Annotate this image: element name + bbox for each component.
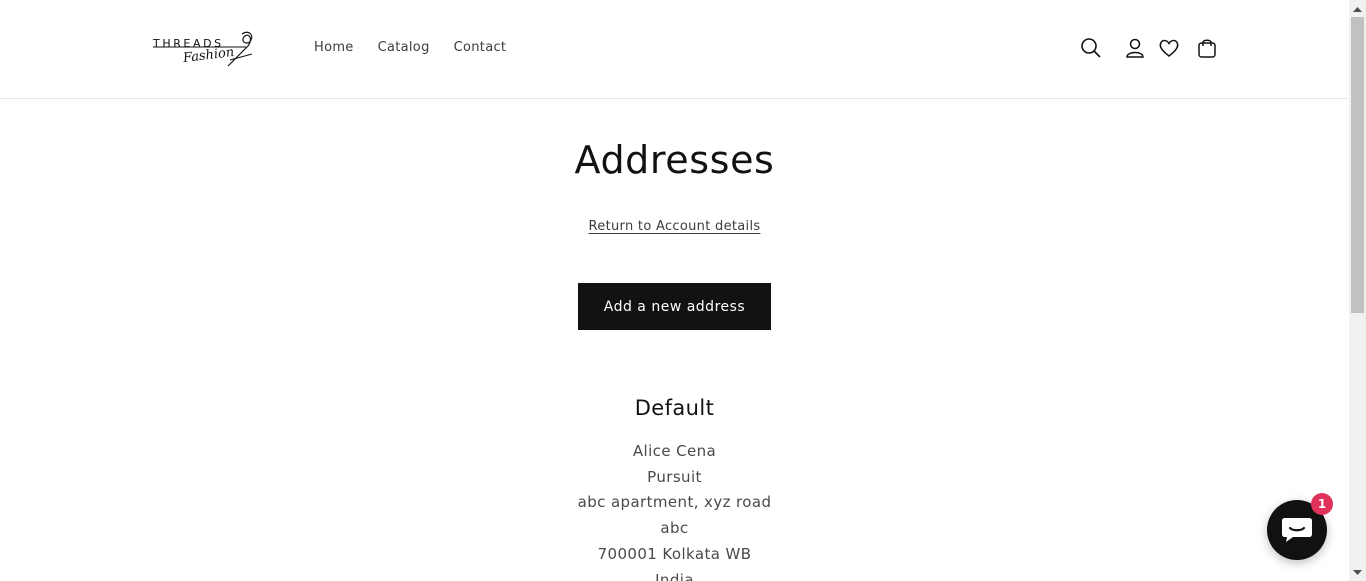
- address-name: Alice Cena: [632, 442, 717, 460]
- main-nav: Home Catalog Contact: [314, 40, 530, 55]
- search-icon: [1081, 38, 1101, 58]
- address-line2: abc: [660, 519, 689, 538]
- cart-icon: [1198, 39, 1216, 58]
- page-title: Addresses: [574, 138, 775, 182]
- address-country: India: [655, 570, 694, 581]
- address-city-zip: 700001 Kolkata WB: [597, 544, 752, 563]
- nav-home[interactable]: Home: [314, 40, 354, 55]
- scrollbar-thumb[interactable]: [1351, 17, 1364, 313]
- cart-button[interactable]: [1194, 35, 1220, 61]
- search-button[interactable]: [1078, 35, 1104, 61]
- chat-bubble-icon: [1282, 518, 1312, 542]
- nav-catalog[interactable]: Catalog: [378, 40, 430, 55]
- address-street: abc apartment, xyz road: [577, 493, 772, 512]
- account-icon: [1126, 38, 1144, 58]
- chat-notification-badge: 1: [1311, 493, 1333, 515]
- nav-contact[interactable]: Contact: [454, 40, 507, 55]
- address-company: Pursuit: [647, 467, 702, 486]
- default-address-block: Alice Cena Pursuit abc apartment, xyz ro…: [0, 439, 1349, 581]
- account-button[interactable]: [1122, 35, 1148, 61]
- vertical-scrollbar[interactable]: [1349, 0, 1366, 581]
- wishlist-heart-icon: [1159, 39, 1179, 57]
- scroll-down-arrow-icon[interactable]: [1349, 564, 1366, 581]
- add-new-address-button[interactable]: Add a new address: [578, 283, 771, 330]
- scroll-up-arrow-icon[interactable]: [1349, 0, 1366, 17]
- wishlist-button[interactable]: [1156, 35, 1182, 61]
- default-address-heading: Default: [634, 396, 715, 420]
- site-logo[interactable]: THREADS Fashion: [150, 28, 258, 70]
- return-to-account-link[interactable]: Return to Account details: [589, 219, 761, 234]
- site-header: THREADS Fashion Home Catalog Contact: [0, 0, 1349, 99]
- page: THREADS Fashion Home Catalog Contact Add…: [0, 0, 1349, 581]
- return-link-wrapper: Return to Account details: [0, 219, 1349, 234]
